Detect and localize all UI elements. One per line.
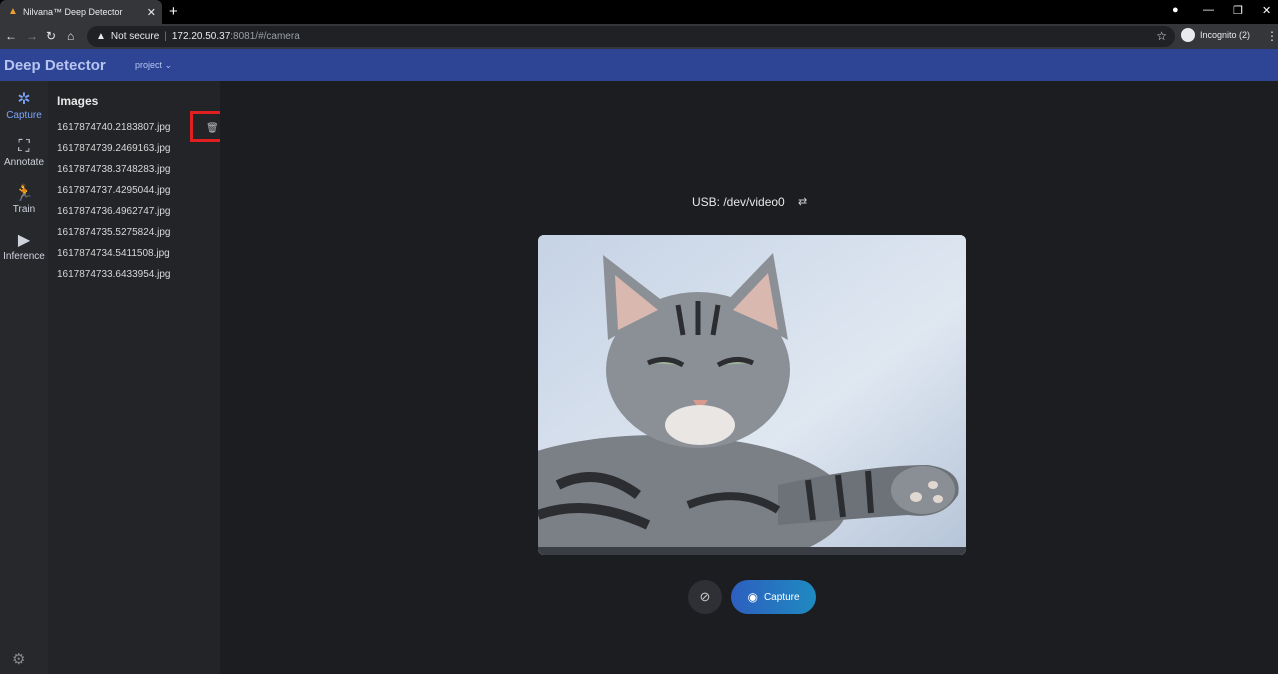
app-header: Deep Detector project ⌄: [0, 49, 1278, 81]
incognito-icon: [1181, 28, 1195, 42]
settings-gear-icon[interactable]: ⚙: [12, 650, 25, 668]
incognito-label: Incognito (2): [1200, 30, 1251, 40]
nav-label-train: Train: [12, 204, 36, 215]
bounding-box-icon: ⛶: [18, 138, 30, 155]
aperture-icon: ✲: [17, 91, 31, 108]
file-item[interactable]: 1617874734.5411508.jpg: [57, 243, 170, 264]
cat-image: [538, 235, 966, 555]
switch-camera-icon[interactable]: ⇄: [798, 195, 807, 208]
nav-label-annotate: Annotate: [3, 157, 45, 168]
address-bar[interactable]: ▲ Not secure | 172.20.50.37 :8081/#/came…: [87, 26, 1175, 47]
file-item[interactable]: 1617874737.4295044.jpg: [57, 180, 170, 201]
close-window-icon[interactable]: ✕: [1262, 4, 1271, 17]
nav-item-train[interactable]: 🏃 Train: [0, 185, 48, 215]
file-item[interactable]: 1617874738.3748283.jpg: [57, 159, 170, 180]
camera-view: USB: /dev/video0 ⇄ ⊘ ◉ Capture: [220, 81, 1278, 674]
play-folder-icon: ▶: [17, 232, 31, 249]
camera-preview: [538, 235, 966, 555]
url-host: 172.20.50.37: [171, 31, 231, 42]
camera-source-label: USB: /dev/video0: [692, 195, 785, 209]
file-item[interactable]: 1617874733.6433954.jpg: [57, 264, 170, 285]
reload-icon[interactable]: ↻: [46, 29, 56, 43]
file-item[interactable]: 1617874735.5275824.jpg: [57, 222, 170, 243]
capture-label: Capture: [763, 591, 800, 603]
browser-tab[interactable]: ▲ Nilvana™ Deep Detector ✕: [0, 0, 162, 24]
incognito-indicator[interactable]: Incognito (2): [1181, 28, 1250, 42]
warning-icon: ▲: [96, 31, 106, 42]
images-panel: Images 1617874740.2183807.jpg 1617874739…: [48, 81, 220, 674]
app-title: Deep Detector: [4, 57, 106, 74]
trash-icon[interactable]: 🗑: [206, 123, 219, 134]
security-label: Not secure: [110, 31, 160, 42]
nav-label-inference: Inference: [3, 251, 45, 262]
file-item[interactable]: 1617874739.2469163.jpg: [57, 138, 170, 159]
back-icon[interactable]: ←: [5, 29, 17, 43]
browser-toolbar: ← → ↻ ⌂ ▲ Not secure | 172.20.50.37 :808…: [0, 24, 1278, 49]
forward-icon[interactable]: →: [26, 29, 38, 43]
nav-item-capture[interactable]: ✲ Capture: [0, 91, 48, 121]
images-title: Images: [57, 94, 99, 108]
favicon-icon: ▲: [8, 6, 18, 17]
toggle-camera-button[interactable]: ⊘: [688, 580, 722, 614]
nav-item-annotate[interactable]: ⛶ Annotate: [0, 138, 48, 168]
bookmark-star-icon[interactable]: ☆: [1156, 29, 1167, 43]
image-file-list: 1617874740.2183807.jpg 1617874739.246916…: [57, 117, 170, 285]
nav-item-inference[interactable]: ▶ Inference: [0, 232, 48, 262]
url-path: :8081/#/camera: [230, 31, 300, 42]
tab-title: Nilvana™ Deep Detector: [23, 7, 123, 17]
running-person-icon: 🏃: [14, 185, 34, 202]
new-tab-button[interactable]: +: [169, 3, 178, 20]
minimize-icon[interactable]: —: [1203, 4, 1214, 16]
url-separator: |: [164, 31, 167, 42]
file-item[interactable]: 1617874740.2183807.jpg: [57, 117, 170, 138]
nav-label-capture: Capture: [6, 110, 42, 121]
browser-menu-icon[interactable]: ⋮: [1266, 29, 1278, 43]
project-dropdown[interactable]: project ⌄: [135, 60, 172, 71]
restore-icon[interactable]: ❐: [1233, 4, 1243, 17]
profile-dot-icon[interactable]: ●: [1172, 4, 1179, 16]
close-tab-icon[interactable]: ✕: [147, 6, 156, 19]
camera-off-icon: ⊘: [699, 589, 711, 604]
browser-tab-strip: ▲ Nilvana™ Deep Detector ✕ + ● — ❐ ✕: [0, 0, 1278, 24]
home-icon[interactable]: ⌂: [67, 29, 74, 43]
side-navigation: ✲ Capture ⛶ Annotate 🏃 Train ▶ Inference…: [0, 81, 48, 674]
capture-button[interactable]: ◉ Capture: [731, 580, 816, 614]
camera-icon: ◉: [747, 590, 758, 604]
file-item[interactable]: 1617874736.4962747.jpg: [57, 201, 170, 222]
